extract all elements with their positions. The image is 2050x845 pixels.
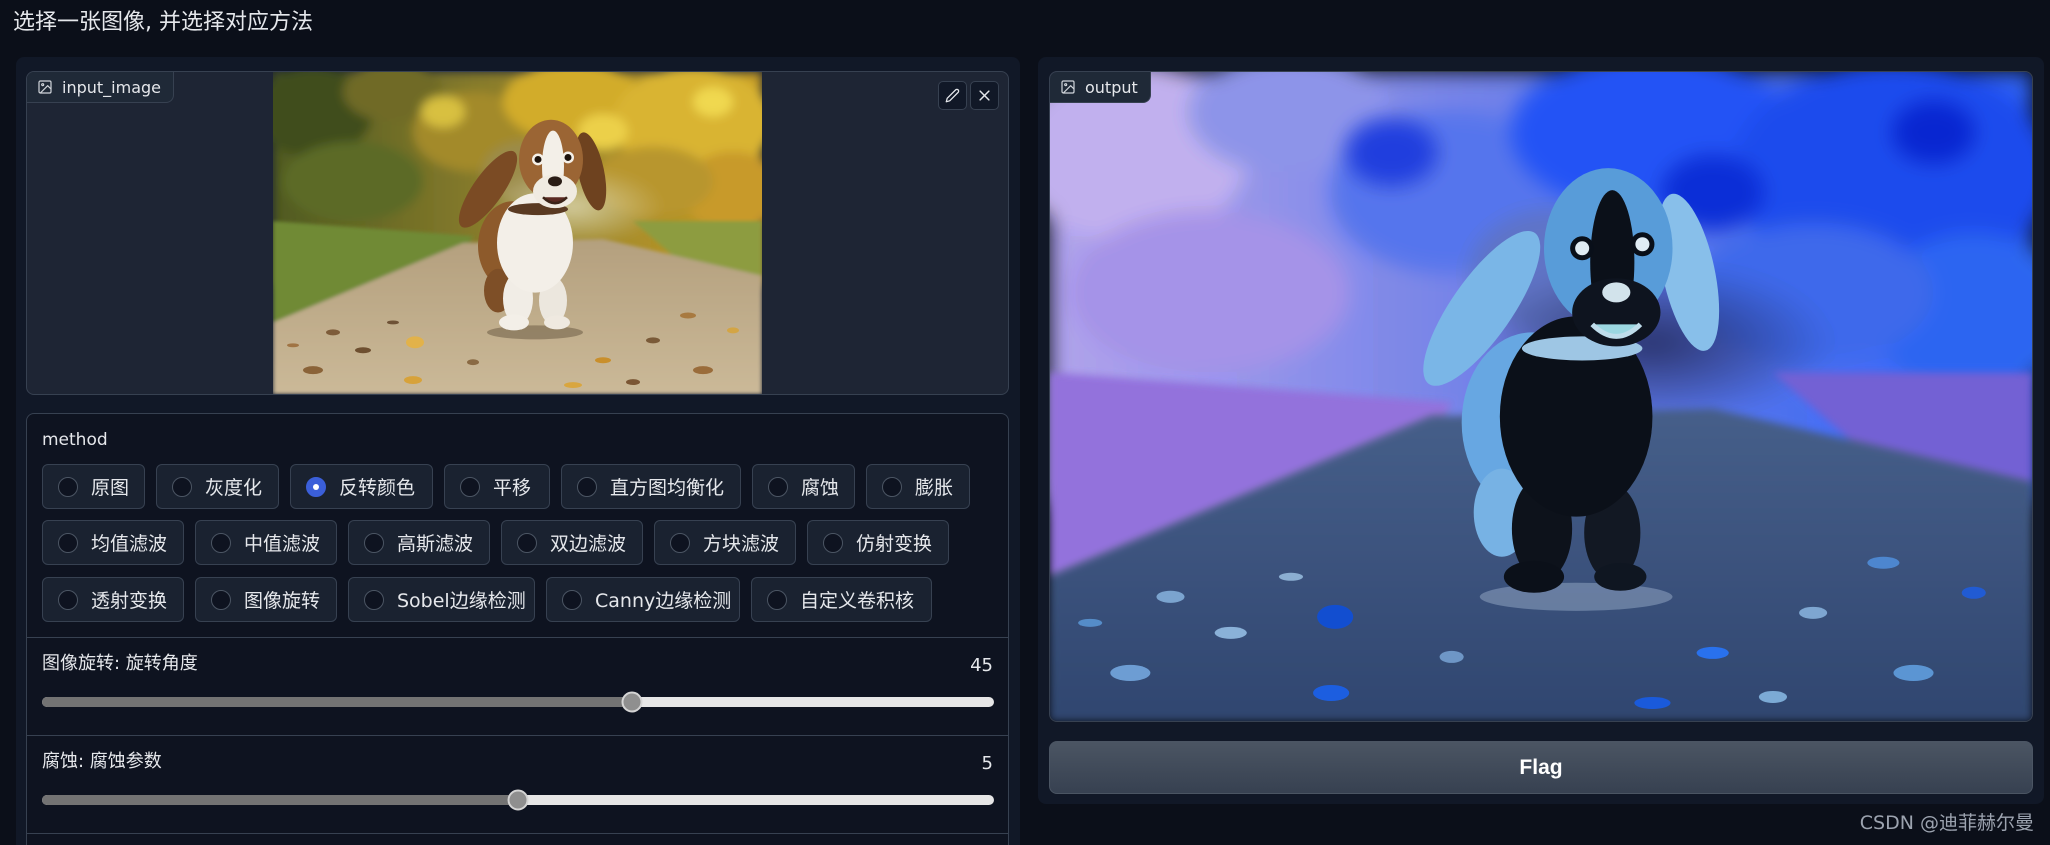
pencil-icon	[945, 88, 960, 103]
radio-option-label: Canny边缘检测	[595, 590, 732, 612]
radio-circle[interactable]	[172, 476, 192, 497]
radio-option-label: 腐蚀	[801, 477, 840, 499]
output-image-label-tag: output	[1050, 72, 1151, 103]
slider-thumb[interactable]	[507, 789, 529, 811]
page-heading: 选择一张图像, 并选择对应方法	[13, 10, 313, 35]
slider-label: 图像旋转: 旋转角度	[42, 653, 198, 674]
output-image-label: output	[1085, 77, 1138, 97]
radio-option[interactable]: 图像旋转	[195, 577, 337, 622]
radio-circle[interactable]	[58, 532, 78, 553]
radio-option[interactable]: 腐蚀	[752, 464, 855, 509]
output-panel: output Flag	[1038, 57, 2044, 804]
method-label: method	[42, 430, 108, 450]
radio-option[interactable]: 仿射变换	[807, 520, 949, 565]
radio-option-label: 双边滤波	[550, 533, 627, 555]
radio-circle[interactable]	[58, 589, 78, 610]
slider-track[interactable]	[42, 789, 994, 811]
radio-option-label: 自定义卷积核	[800, 590, 915, 612]
radio-circle[interactable]	[211, 532, 231, 553]
radio-option[interactable]: 膨胀	[866, 464, 970, 509]
slider-track[interactable]	[42, 691, 994, 713]
image-icon	[1060, 79, 1076, 95]
radio-option-label: 透射变换	[91, 590, 168, 612]
radio-row: 均值滤波 中值滤波 高斯滤波 双边滤波 方块滤波 仿射变换	[42, 520, 949, 565]
radio-option[interactable]: 中值滤波	[195, 520, 337, 565]
slider-fill	[42, 795, 518, 805]
output-image-preview	[1050, 72, 2032, 721]
radio-circle[interactable]	[58, 476, 78, 497]
radio-option-label: 平移	[493, 477, 532, 499]
input-image-dropzone[interactable]: input_image	[26, 71, 1009, 395]
flag-button[interactable]: Flag	[1049, 741, 2033, 794]
rotation-angle-slider-section: 图像旋转: 旋转角度 45	[27, 638, 1008, 736]
radio-option-label: 仿射变换	[856, 533, 933, 555]
radio-circle[interactable]	[670, 532, 690, 553]
radio-option-label: 方块滤波	[703, 533, 780, 555]
clear-image-button[interactable]	[970, 81, 999, 110]
radio-option-label: Sobel边缘检测	[397, 590, 526, 612]
radio-option[interactable]: 灰度化	[156, 464, 279, 509]
watermark: CSDN @迪菲赫尔曼	[1859, 812, 2034, 834]
slider-fill	[42, 697, 633, 707]
radio-option-label: 反转颜色	[339, 477, 416, 499]
radio-option[interactable]: 透射变换	[42, 577, 184, 622]
slider-value[interactable]: 45	[970, 653, 993, 679]
input-image-label-tag: input_image	[27, 72, 174, 103]
radio-option[interactable]: 方块滤波	[654, 520, 796, 565]
method-radio-group: method 原图 灰度化 反转颜色 平移 直方图均衡化 腐蚀 膨胀 均值滤波 …	[27, 414, 1008, 638]
image-icon	[37, 79, 53, 95]
radio-circle[interactable]	[577, 476, 597, 497]
radio-option-label: 膨胀	[915, 477, 954, 499]
slider-thumb[interactable]	[621, 691, 643, 713]
next-control-section	[27, 834, 1008, 844]
radio-option[interactable]: Sobel边缘检测	[348, 577, 535, 622]
radio-option-label: 灰度化	[205, 477, 263, 499]
radio-circle[interactable]	[460, 476, 480, 497]
erosion-param-slider-section: 腐蚀: 腐蚀参数 5	[27, 736, 1008, 834]
input-image-label: input_image	[62, 77, 161, 97]
radio-option[interactable]: 平移	[444, 464, 550, 509]
radio-option[interactable]: 高斯滤波	[348, 520, 490, 565]
radio-option[interactable]: 原图	[42, 464, 145, 509]
radio-option-label: 原图	[91, 477, 130, 499]
radio-circle[interactable]	[517, 532, 537, 553]
input-image-preview	[273, 72, 762, 394]
radio-circle[interactable]	[306, 476, 326, 497]
radio-circle[interactable]	[767, 589, 787, 610]
input-panel: input_image method 原图 灰度化 反转颜色 平移 直方图均衡化	[16, 57, 1020, 845]
radio-option-label: 直方图均衡化	[610, 477, 725, 499]
radio-option-label: 均值滤波	[91, 533, 168, 555]
radio-option[interactable]: 反转颜色	[290, 464, 433, 509]
radio-option-label: 中值滤波	[244, 533, 321, 555]
radio-row: 透射变换 图像旋转 Sobel边缘检测 Canny边缘检测 自定义卷积核	[42, 577, 932, 622]
radio-option[interactable]: 均值滤波	[42, 520, 184, 565]
slider-label: 腐蚀: 腐蚀参数	[42, 751, 162, 772]
close-icon	[977, 88, 992, 103]
radio-option[interactable]: 自定义卷积核	[751, 577, 932, 622]
radio-row: 原图 灰度化 反转颜色 平移 直方图均衡化 腐蚀 膨胀	[42, 464, 970, 509]
radio-option[interactable]: Canny边缘检测	[546, 577, 740, 622]
slider-value[interactable]: 5	[982, 751, 993, 777]
radio-option[interactable]: 双边滤波	[501, 520, 643, 565]
radio-circle[interactable]	[823, 532, 843, 553]
radio-option[interactable]: 直方图均衡化	[561, 464, 741, 509]
radio-option-label: 图像旋转	[244, 590, 321, 612]
radio-circle[interactable]	[562, 589, 582, 610]
edit-image-button[interactable]	[938, 81, 967, 110]
controls-container: method 原图 灰度化 反转颜色 平移 直方图均衡化 腐蚀 膨胀 均值滤波 …	[26, 413, 1009, 845]
radio-option-label: 高斯滤波	[397, 533, 474, 555]
radio-circle[interactable]	[364, 589, 384, 610]
radio-circle[interactable]	[882, 476, 902, 497]
radio-circle[interactable]	[364, 532, 384, 553]
output-image-container: output	[1049, 71, 2033, 722]
radio-circle[interactable]	[768, 476, 788, 497]
radio-circle[interactable]	[211, 589, 231, 610]
